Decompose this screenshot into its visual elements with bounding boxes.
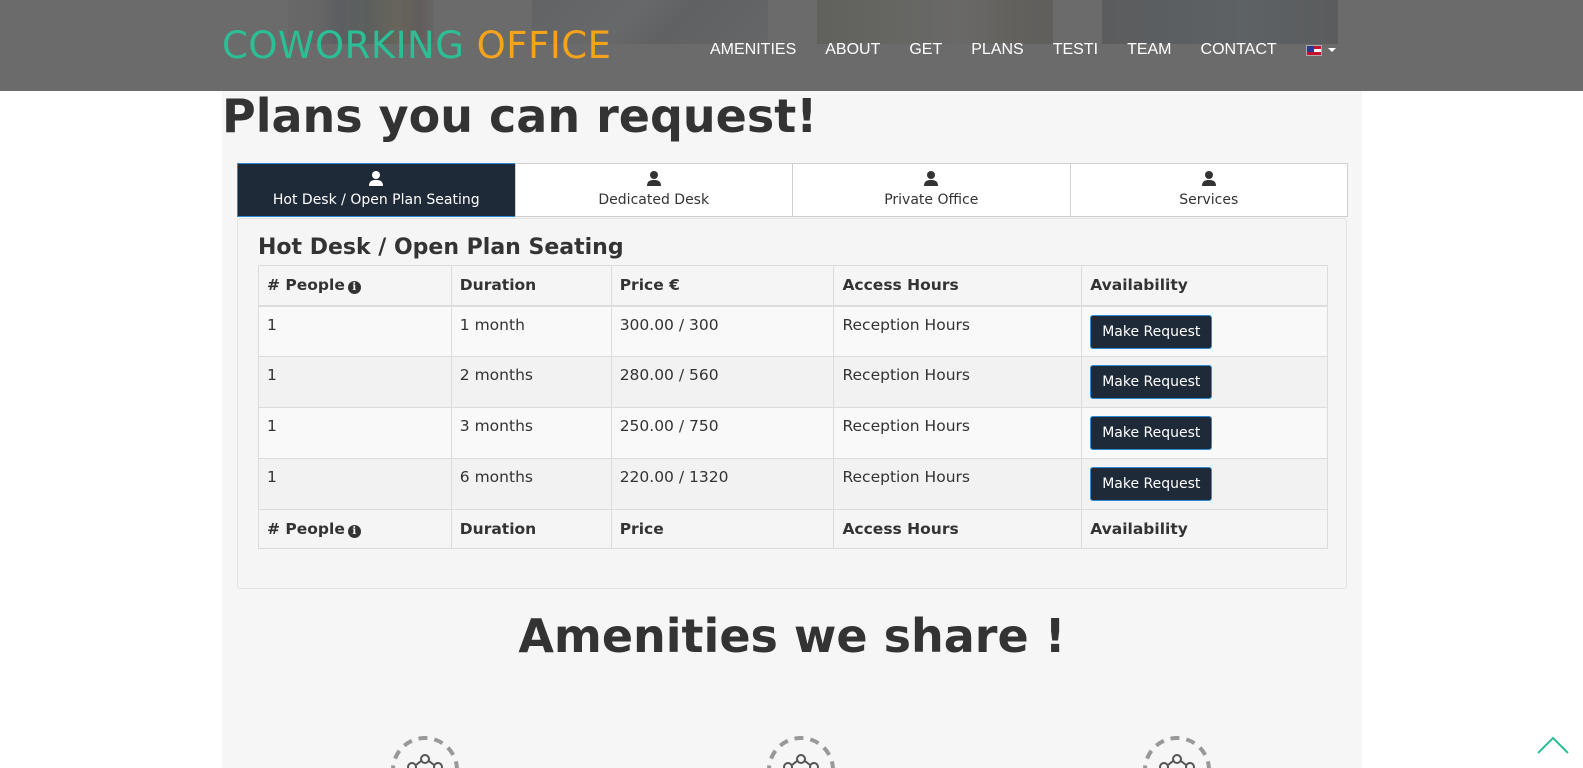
nav-link-about[interactable]: ABOUT bbox=[825, 38, 880, 62]
tab-label: Private Office bbox=[884, 192, 979, 208]
availability-cell: Make Request bbox=[1081, 458, 1328, 510]
price-cell: 280.00 / 560 bbox=[610, 356, 835, 408]
amenities-title: Amenities we share ! bbox=[518, 609, 1066, 663]
tab-label: Dedicated Desk bbox=[598, 192, 710, 208]
people-cell: 1 bbox=[258, 458, 452, 510]
header-label: # People bbox=[267, 276, 345, 295]
people-cell: 1 bbox=[258, 356, 452, 408]
duration-cell: 3 months bbox=[450, 407, 612, 459]
brand-part-2: OFFICE bbox=[476, 24, 612, 67]
footer-cell: # People i bbox=[258, 509, 452, 549]
tab-label: Hot Desk / Open Plan Seating bbox=[272, 192, 480, 208]
user-icon bbox=[369, 171, 384, 186]
duration-cell: 6 months bbox=[450, 458, 612, 510]
tab-hot-desk[interactable]: Hot Desk / Open Plan Seating bbox=[237, 163, 516, 217]
tab-services[interactable]: Services bbox=[1069, 163, 1348, 217]
header-cell: Duration bbox=[450, 265, 612, 307]
footer-label: # People bbox=[267, 520, 345, 538]
nav-link-amenities[interactable]: AMENITIES bbox=[710, 38, 796, 62]
user-icon bbox=[924, 171, 939, 186]
table-row: 1 3 months 250.00 / 750 Reception Hours … bbox=[258, 407, 1328, 459]
access-cell: Reception Hours bbox=[833, 356, 1083, 408]
network-icon bbox=[391, 736, 459, 768]
tab-dedicated-desk[interactable]: Dedicated Desk bbox=[514, 163, 793, 217]
tab-private-office[interactable]: Private Office bbox=[792, 163, 1071, 217]
nav-link-contact[interactable]: CONTACT bbox=[1201, 38, 1277, 62]
plans-table: # People i Duration Price € Access Hours … bbox=[258, 265, 1328, 549]
availability-cell: Make Request bbox=[1081, 305, 1328, 357]
people-cell: 1 bbox=[258, 305, 452, 357]
nav-link-plans[interactable]: PLANS bbox=[971, 38, 1023, 62]
nav-links: AMENITIES ABOUT GET PLANS TESTI TEAM CON… bbox=[710, 38, 1336, 62]
access-cell: Reception Hours bbox=[833, 458, 1083, 510]
panel-title: Hot Desk / Open Plan Seating bbox=[258, 235, 624, 260]
make-request-button[interactable]: Make Request bbox=[1090, 365, 1213, 399]
price-cell: 300.00 / 300 bbox=[610, 305, 835, 357]
make-request-button[interactable]: Make Request bbox=[1090, 416, 1213, 450]
language-dropdown[interactable] bbox=[1305, 44, 1336, 56]
caret-down-icon bbox=[1327, 48, 1336, 52]
people-cell: 1 bbox=[258, 407, 452, 459]
access-cell: Reception Hours bbox=[833, 305, 1083, 357]
footer-cell: Access Hours bbox=[833, 509, 1083, 549]
table-row: 1 2 months 280.00 / 560 Reception Hours … bbox=[258, 356, 1328, 408]
nav-link-team[interactable]: TEAM bbox=[1127, 38, 1171, 62]
plan-panel: Hot Desk / Open Plan Seating # People i D… bbox=[237, 218, 1347, 589]
header-cell: # People i bbox=[258, 265, 452, 307]
availability-cell: Make Request bbox=[1081, 407, 1328, 459]
network-icon bbox=[1143, 736, 1211, 768]
page: COWORKING OFFICE AMENITIES ABOUT GET PLA… bbox=[0, 0, 1583, 768]
brand-logo[interactable]: COWORKING OFFICE bbox=[222, 24, 611, 68]
header-cell: Price € bbox=[610, 265, 835, 307]
availability-cell: Make Request bbox=[1081, 356, 1328, 408]
header-cell: Availability bbox=[1081, 265, 1328, 307]
brand-part-1: COWORKING bbox=[222, 24, 465, 67]
info-icon[interactable]: i bbox=[347, 281, 361, 295]
footer-cell: Duration bbox=[450, 509, 612, 549]
duration-cell: 1 month bbox=[450, 305, 612, 357]
footer-cell: Availability bbox=[1081, 509, 1328, 549]
duration-cell: 2 months bbox=[450, 356, 612, 408]
uk-flag-icon bbox=[1305, 44, 1322, 56]
info-icon[interactable]: i bbox=[347, 525, 361, 538]
table-row: 1 1 month 300.00 / 300 Reception Hours M… bbox=[258, 305, 1328, 357]
nav-link-testi[interactable]: TESTI bbox=[1053, 38, 1098, 62]
footer-cell: Price bbox=[610, 509, 835, 549]
scroll-to-top-icon[interactable] bbox=[1536, 735, 1570, 755]
header-cell: Access Hours bbox=[833, 265, 1083, 307]
navbar: COWORKING OFFICE AMENITIES ABOUT GET PLA… bbox=[0, 0, 1583, 91]
tab-label: Services bbox=[1179, 192, 1239, 208]
plan-tabs: Hot Desk / Open Plan Seating Dedicated D… bbox=[237, 163, 1348, 217]
network-icon bbox=[767, 736, 835, 768]
price-cell: 250.00 / 750 bbox=[610, 407, 835, 459]
nav-link-get[interactable]: GET bbox=[909, 38, 942, 62]
access-cell: Reception Hours bbox=[833, 407, 1083, 459]
plans-title: Plans you can request! bbox=[222, 89, 818, 143]
table-header-row: # People i Duration Price € Access Hours … bbox=[258, 265, 1328, 307]
user-icon bbox=[1201, 171, 1216, 186]
user-icon bbox=[646, 171, 661, 186]
price-cell: 220.00 / 1320 bbox=[610, 458, 835, 510]
table-footer-row: # People i Duration Price Access Hours Av… bbox=[258, 509, 1328, 549]
table-row: 1 6 months 220.00 / 1320 Reception Hours… bbox=[258, 458, 1328, 510]
make-request-button[interactable]: Make Request bbox=[1090, 467, 1213, 501]
make-request-button[interactable]: Make Request bbox=[1090, 314, 1213, 349]
